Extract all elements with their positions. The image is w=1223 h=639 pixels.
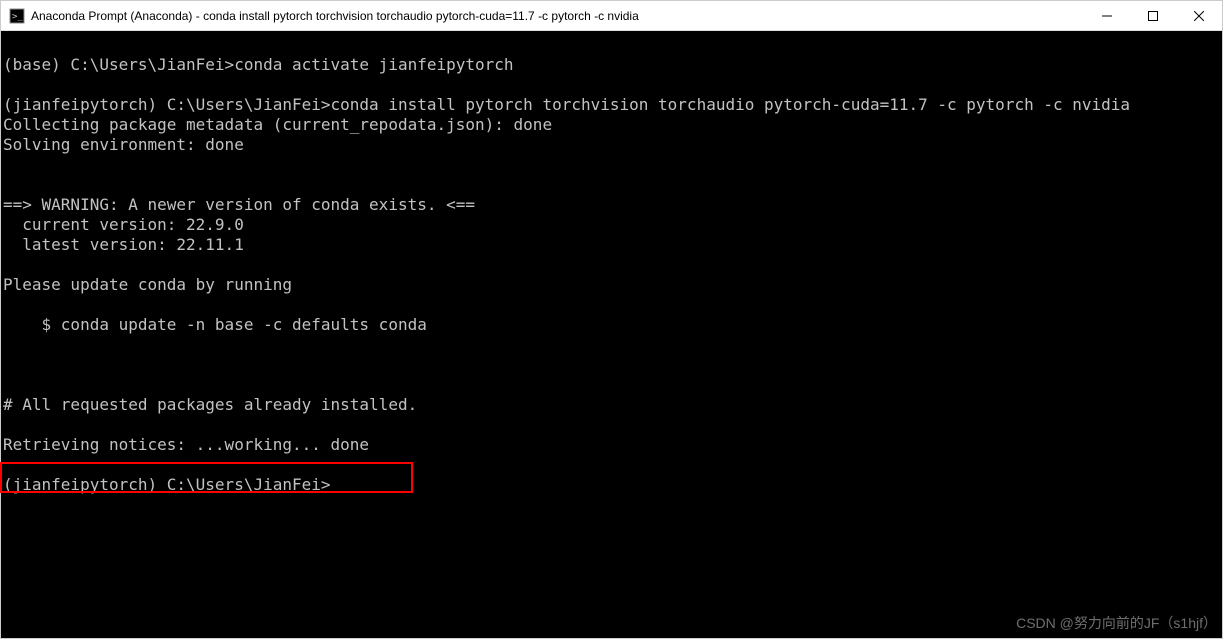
terminal-line (3, 155, 1220, 175)
terminal-line (3, 355, 1220, 375)
terminal-line (3, 255, 1220, 275)
terminal-line (3, 375, 1220, 395)
terminal-line (3, 175, 1220, 195)
terminal-line (3, 415, 1220, 435)
minimize-button[interactable] (1084, 1, 1130, 30)
svg-text:>_: >_ (12, 12, 23, 22)
terminal-line: latest version: 22.11.1 (3, 235, 1220, 255)
terminal-line: (jianfeipytorch) C:\Users\JianFei> (3, 475, 1220, 495)
terminal-line: Collecting package metadata (current_rep… (3, 115, 1220, 135)
terminal-line: # All requested packages already install… (3, 395, 1220, 415)
terminal-line (3, 35, 1220, 55)
terminal-line (3, 75, 1220, 95)
terminal-line: current version: 22.9.0 (3, 215, 1220, 235)
window-controls (1084, 1, 1222, 30)
terminal-line: Please update conda by running (3, 275, 1220, 295)
terminal-line: (jianfeipytorch) C:\Users\JianFei>conda … (3, 95, 1220, 115)
terminal-line: Retrieving notices: ...working... done (3, 435, 1220, 455)
terminal-line: Solving environment: done (3, 135, 1220, 155)
terminal-line (3, 455, 1220, 475)
window-title: Anaconda Prompt (Anaconda) - conda insta… (31, 9, 1084, 23)
window: >_ Anaconda Prompt (Anaconda) - conda in… (0, 0, 1223, 639)
app-icon: >_ (9, 8, 25, 24)
close-button[interactable] (1176, 1, 1222, 30)
terminal-line: ==> WARNING: A newer version of conda ex… (3, 195, 1220, 215)
maximize-button[interactable] (1130, 1, 1176, 30)
terminal-line (3, 295, 1220, 315)
terminal-area[interactable]: (base) C:\Users\JianFei>conda activate j… (1, 31, 1222, 638)
terminal-line (3, 335, 1220, 355)
titlebar: >_ Anaconda Prompt (Anaconda) - conda in… (1, 1, 1222, 31)
terminal-line: (base) C:\Users\JianFei>conda activate j… (3, 55, 1220, 75)
terminal-line: $ conda update -n base -c defaults conda (3, 315, 1220, 335)
